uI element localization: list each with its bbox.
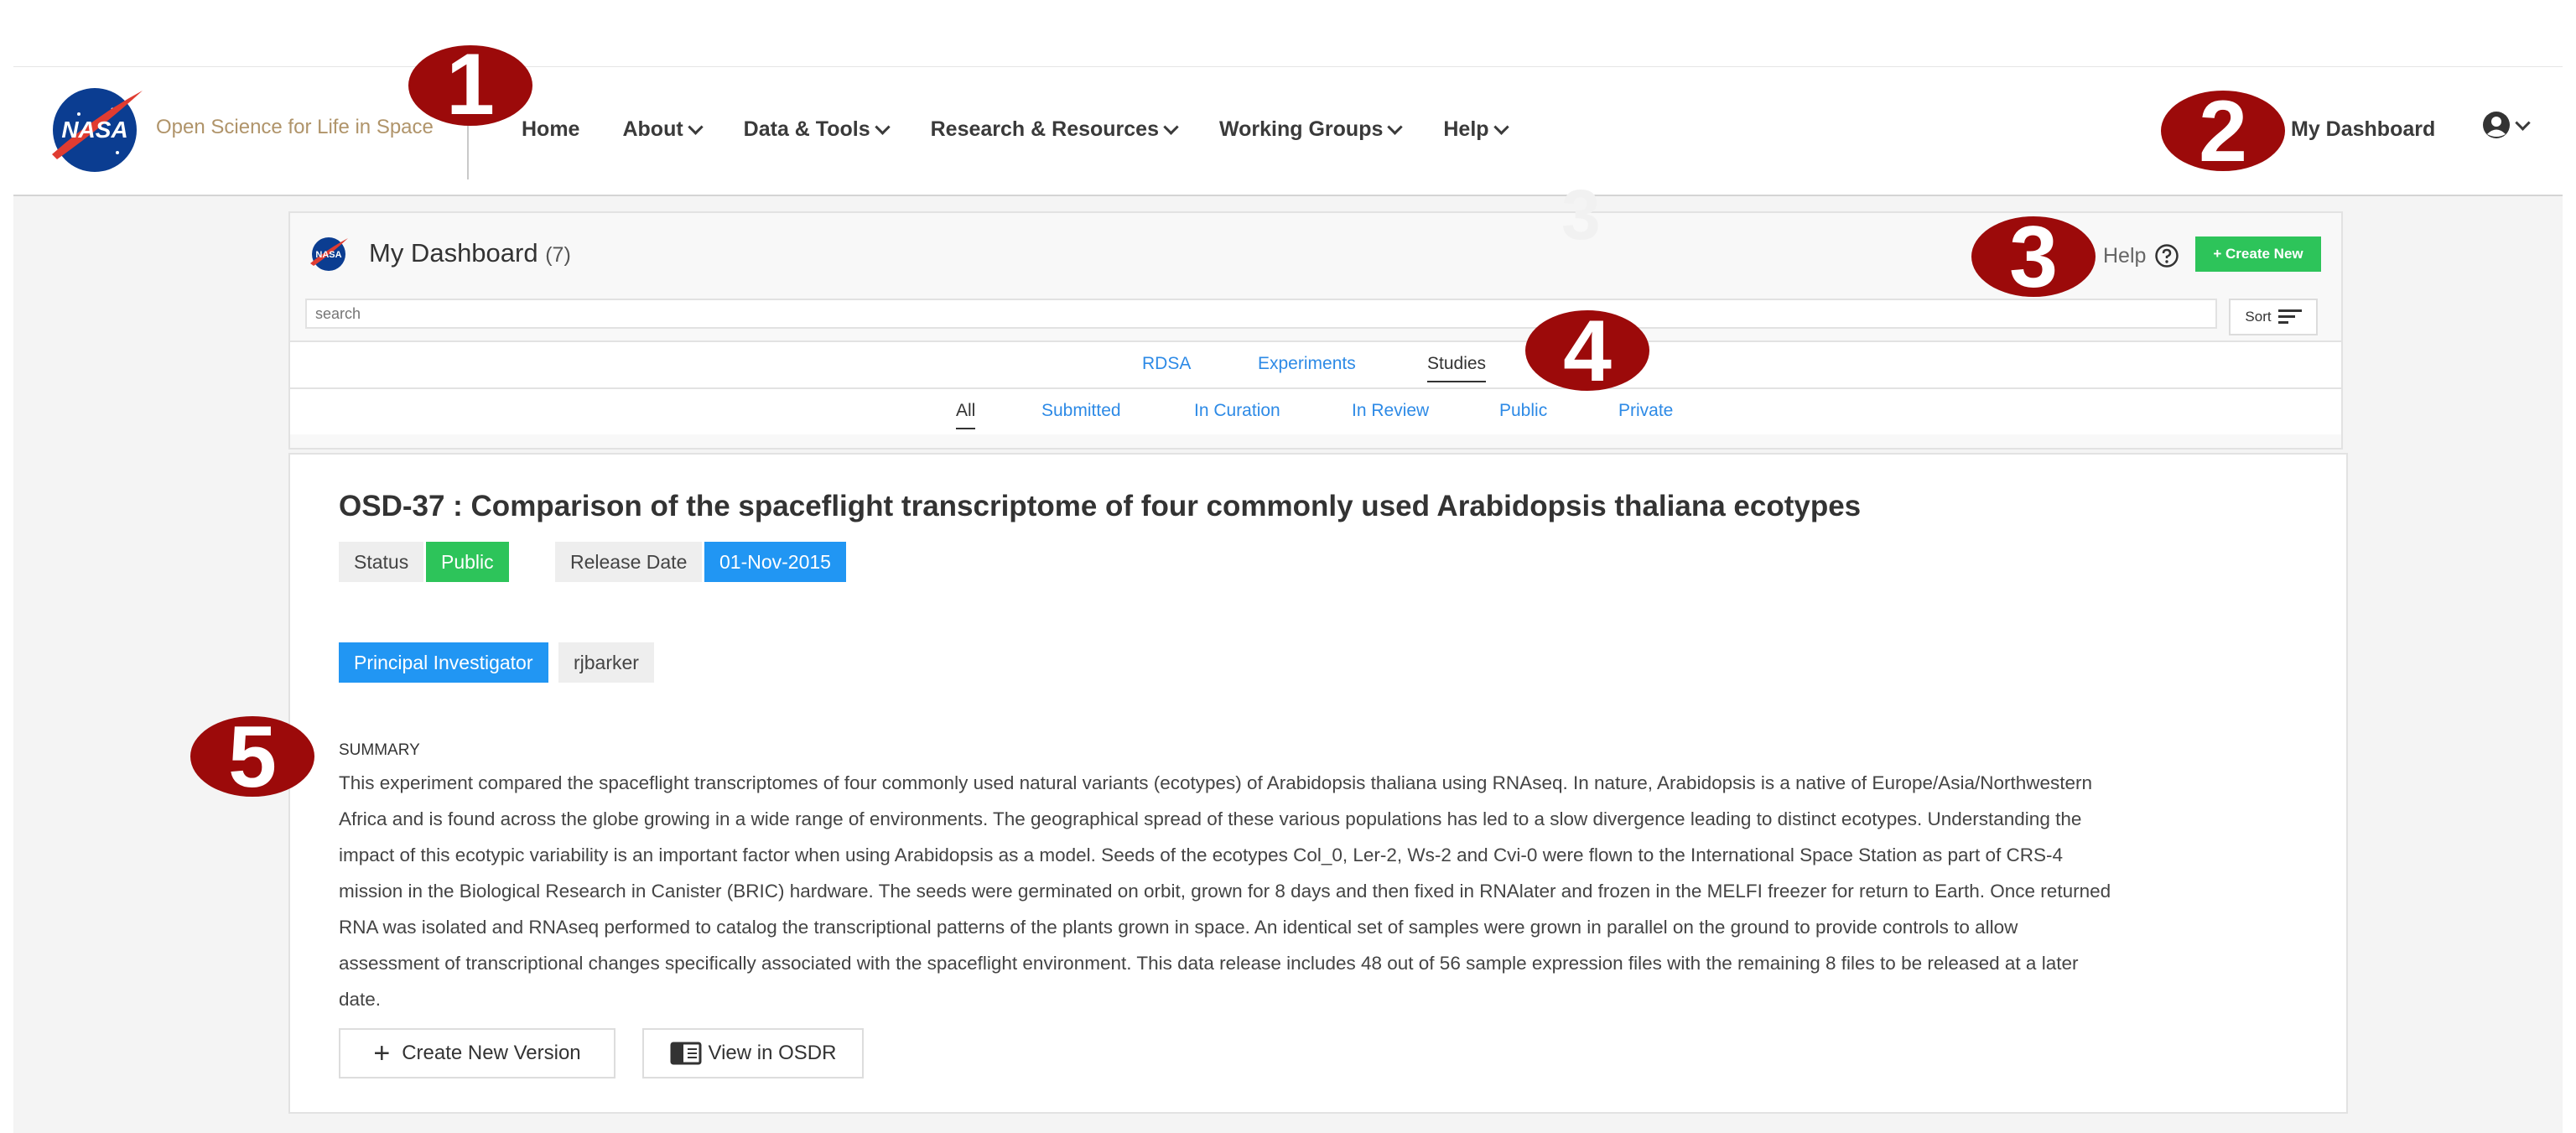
callout-marker-4: 4 bbox=[1524, 309, 1650, 392]
type-tabs: RDSA Experiments Studies bbox=[290, 340, 2341, 387]
summary-line: RNA was isolated and RNAseq performed to… bbox=[339, 917, 2018, 938]
study-title[interactable]: OSD-37 : Comparison of the spaceflight t… bbox=[339, 490, 1861, 523]
summary-text: This experiment compared the spaceflight… bbox=[339, 765, 2318, 1017]
plus-icon: + bbox=[373, 1037, 391, 1069]
summary-line: This experiment compared the spaceflight… bbox=[339, 772, 2093, 793]
summary-line: Africa and is found across the globe gro… bbox=[339, 808, 2082, 829]
tab-all[interactable]: All bbox=[956, 401, 976, 429]
chevron-down-icon bbox=[874, 119, 891, 135]
tab-studies[interactable]: Studies bbox=[1427, 354, 1487, 382]
dashboard-title-text: My Dashboard bbox=[369, 238, 538, 268]
nasa-logo-small: NASA bbox=[310, 237, 348, 271]
main-menu: Home About Data & Tools Research & Resou… bbox=[522, 117, 1550, 142]
callout-marker-3: 3 bbox=[1971, 215, 2096, 299]
release-date-label: Release Date bbox=[555, 542, 703, 582]
chevron-down-icon bbox=[1493, 119, 1509, 135]
callout-number: 4 bbox=[1563, 309, 1612, 392]
chevron-down-icon bbox=[1163, 119, 1179, 135]
chevron-down-icon bbox=[1387, 119, 1404, 135]
nav-research-resources[interactable]: Research & Resources bbox=[931, 117, 1179, 142]
summary-line: mission in the Biological Research in Ca… bbox=[339, 881, 2111, 902]
chevron-down-icon bbox=[2515, 114, 2531, 131]
status-label: Status bbox=[339, 542, 424, 582]
tab-in-review[interactable]: In Review bbox=[1352, 401, 1429, 421]
chevron-down-icon bbox=[687, 119, 704, 135]
nav-about[interactable]: About bbox=[622, 117, 704, 142]
tab-public[interactable]: Public bbox=[1499, 401, 1547, 421]
nav-help[interactable]: Help bbox=[1443, 117, 1509, 142]
callout-number: 5 bbox=[228, 715, 277, 798]
nasa-logo-text: NASA bbox=[61, 117, 127, 143]
callout-number: 1 bbox=[446, 44, 495, 127]
create-new-version-label: Create New Version bbox=[402, 1042, 581, 1064]
nasa-logo[interactable]: NASA bbox=[45, 82, 144, 174]
sort-label: Sort bbox=[2245, 309, 2272, 325]
sort-icon bbox=[2277, 309, 2302, 325]
release-date-value: 01-Nov-2015 bbox=[704, 542, 846, 582]
nasa-logo-small-text: NASA bbox=[315, 250, 341, 260]
view-in-osdr-button[interactable]: View in OSDR bbox=[642, 1028, 864, 1078]
my-dashboard-link[interactable]: My Dashboard bbox=[2291, 117, 2435, 142]
tab-submitted[interactable]: Submitted bbox=[1041, 401, 1121, 421]
nav-working-groups[interactable]: Working Groups bbox=[1219, 117, 1404, 142]
callout-marker-5: 5 bbox=[190, 715, 315, 798]
user-menu[interactable] bbox=[2482, 111, 2531, 139]
help-link[interactable]: Help bbox=[2103, 243, 2179, 268]
dashboard-count: (7) bbox=[545, 243, 571, 267]
study-card: OSD-37 : Comparison of the spaceflight t… bbox=[288, 453, 2348, 1114]
create-new-button[interactable]: + Create New bbox=[2195, 236, 2321, 272]
search-input[interactable] bbox=[305, 299, 2217, 329]
status-badge: Public bbox=[426, 542, 509, 582]
summary-line: date. bbox=[339, 989, 382, 1010]
summary-line: assessment of transcriptional changes sp… bbox=[339, 953, 2079, 974]
tab-experiments[interactable]: Experiments bbox=[1258, 354, 1356, 374]
status-tabs: All Submitted In Curation In Review Publ… bbox=[290, 387, 2341, 434]
callout-marker-2: 2 bbox=[2160, 89, 2286, 173]
summary-label: SUMMARY bbox=[339, 741, 420, 759]
tab-private[interactable]: Private bbox=[1618, 401, 1673, 421]
summary-line: impact of this ecotypic variability is a… bbox=[339, 845, 2064, 865]
tab-in-curation[interactable]: In Curation bbox=[1194, 401, 1280, 421]
view-in-osdr-label: View in OSDR bbox=[708, 1042, 837, 1064]
faint-marker-3: 3 bbox=[1561, 175, 1601, 254]
help-label: Help bbox=[2103, 243, 2147, 268]
sort-button[interactable]: Sort bbox=[2229, 299, 2318, 335]
question-circle-icon bbox=[2155, 244, 2179, 268]
user-circle-icon bbox=[2483, 112, 2510, 138]
tab-rdsa[interactable]: RDSA bbox=[1142, 354, 1191, 374]
callout-number: 3 bbox=[2009, 215, 2058, 299]
nav-data-tools[interactable]: Data & Tools bbox=[744, 117, 891, 142]
principal-investigator-label: Principal Investigator bbox=[339, 642, 548, 683]
callout-marker-1: 1 bbox=[408, 44, 533, 127]
dashboard-title: My Dashboard (7) bbox=[369, 238, 571, 268]
principal-investigator-value: rjbarker bbox=[558, 642, 654, 683]
callout-number: 2 bbox=[2199, 89, 2247, 173]
book-icon bbox=[670, 1042, 702, 1065]
create-new-version-button[interactable]: + Create New Version bbox=[339, 1028, 615, 1078]
brand-title[interactable]: Open Science for Life in Space bbox=[156, 116, 434, 139]
